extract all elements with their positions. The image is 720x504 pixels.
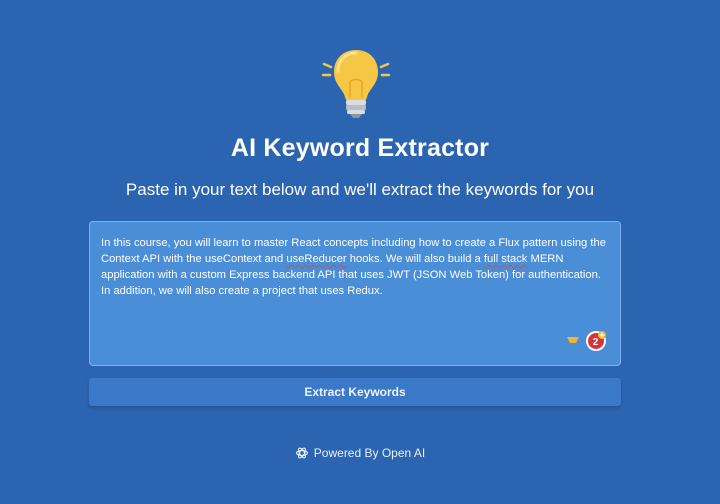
spellcheck-word[interactable]: useReducer	[286, 253, 346, 265]
extract-keywords-button[interactable]: Extract Keywords	[89, 378, 621, 406]
page-subtitle: Paste in your text below and we'll extra…	[125, 180, 595, 199]
grammar-badge-count: 2	[593, 337, 599, 348]
openai-logo-icon	[295, 447, 308, 459]
spellcheck-word[interactable]: full stack	[484, 253, 528, 265]
extension-tray-icon[interactable]	[566, 335, 580, 345]
powered-by-label: Powered By Open AI	[313, 446, 426, 460]
lightbulb-icon	[321, 50, 391, 118]
text-segment: hooks. We will also build a	[346, 253, 484, 265]
page-title: AI Keyword Extractor	[230, 134, 490, 162]
powered-by: Powered By Open AI	[0, 446, 720, 460]
grammar-check-badge-icon[interactable]: 2	[585, 330, 607, 352]
text-input-area[interactable]: In this course, you will learn to master…	[89, 221, 621, 366]
